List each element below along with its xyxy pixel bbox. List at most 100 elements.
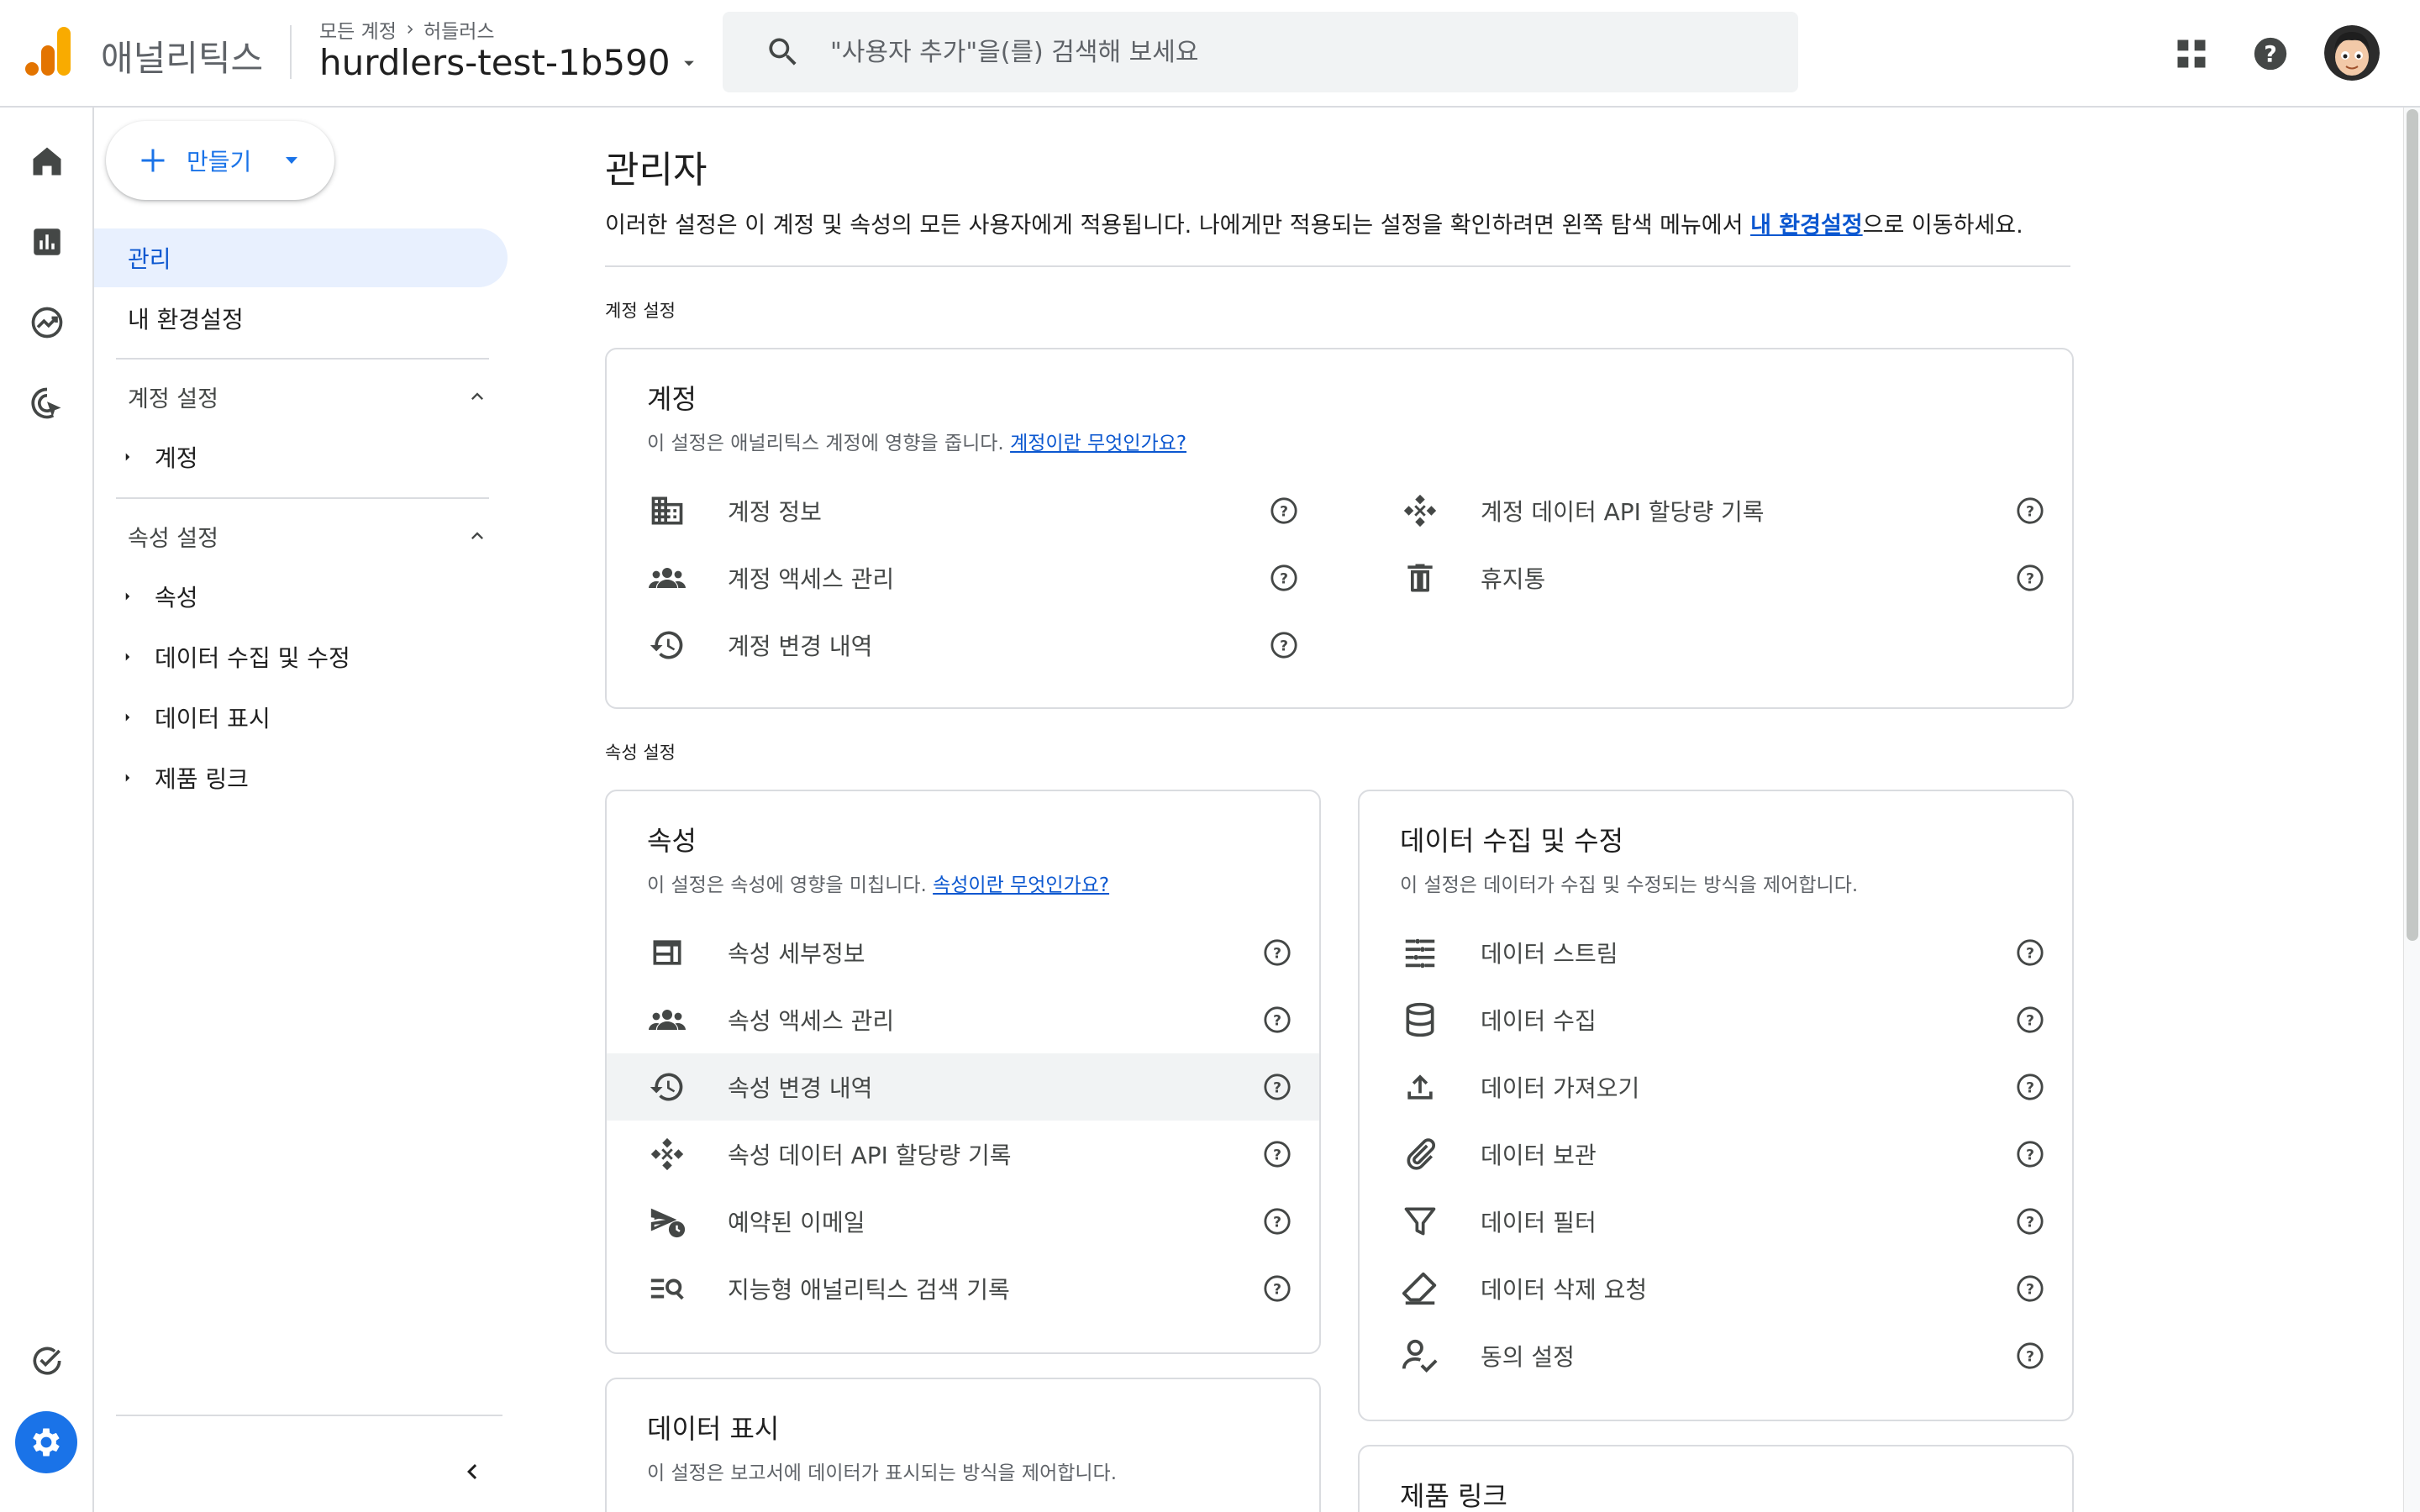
account-avatar[interactable] xyxy=(2324,25,2380,81)
property-name: hurdlers-test-1b590 xyxy=(319,42,671,83)
property-settings-header[interactable]: 속성 설정 xyxy=(128,512,489,559)
help-icon[interactable]: ? xyxy=(2015,1072,2045,1102)
breadcrumb[interactable]: 모든 계정 허들러스 xyxy=(319,15,495,44)
account-change-history-row[interactable]: 계정 변경 내역 ? xyxy=(607,612,1346,679)
help-icon[interactable]: ? xyxy=(1262,1139,1292,1169)
data-streams-row[interactable]: 데이터 스트림 ? xyxy=(1360,919,2072,986)
expand-triangle-icon xyxy=(125,453,130,461)
trash-row[interactable]: 휴지통 ? xyxy=(1360,544,2072,612)
card-description: 이 설정은 속성에 영향을 미칩니다. 속성이란 무엇인가요? xyxy=(647,869,1109,897)
svg-text:?: ? xyxy=(2026,1147,2034,1163)
account-settings-group-label: 계정 설정 xyxy=(605,301,676,321)
data-retention-row[interactable]: 데이터 보관 ? xyxy=(1360,1121,2072,1188)
description-text: 으로 이동하세요. xyxy=(1862,213,2023,239)
page-description: 이러한 설정은 이 계정 및 속성의 모든 사용자에게 적용됩니다. 나에게만 … xyxy=(605,207,2023,239)
help-icon[interactable]: ? xyxy=(2015,1341,2045,1371)
gear-icon xyxy=(33,1428,60,1457)
help-icon[interactable]: ? xyxy=(1269,563,1299,593)
row-label: 데이터 보관 xyxy=(1481,1142,1597,1169)
help-icon[interactable]: ? xyxy=(1269,496,1299,526)
create-button[interactable]: 만들기 xyxy=(106,121,334,200)
tree-item-label: 계정 xyxy=(155,444,198,472)
rail-advertising-button[interactable] xyxy=(24,380,71,427)
search-icon[interactable] xyxy=(765,34,802,71)
help-icon[interactable]: ? xyxy=(1262,1206,1292,1236)
dropdown-arrow-icon xyxy=(286,157,298,164)
tree-item-product-links[interactable]: 제품 링크 xyxy=(111,754,249,801)
sidebar-item-admin[interactable]: 관리 xyxy=(94,228,508,287)
card-title: 데이터 표시 xyxy=(647,1413,780,1445)
data-collection-row[interactable]: 데이터 수집 ? xyxy=(1360,986,2072,1053)
help-icon[interactable]: ? xyxy=(2015,563,2045,593)
top-app-bar: 애널리틱스 모든 계정 허들러스 hurdlers-test-1b590 ? xyxy=(0,0,2420,108)
breadcrumb-root[interactable]: 모든 계정 xyxy=(319,15,397,44)
property-details-row[interactable]: 속성 세부정보 ? xyxy=(607,919,1319,986)
scrollbar-thumb[interactable] xyxy=(2407,109,2418,941)
tree-item-data-collection[interactable]: 데이터 수집 및 수정 xyxy=(111,633,350,680)
help-icon[interactable]: ? xyxy=(1269,630,1299,660)
data-import-row[interactable]: 데이터 가져오기 ? xyxy=(1360,1053,2072,1121)
property-access-row[interactable]: 속성 액세스 관리 ? xyxy=(607,986,1319,1053)
rail-admin-button[interactable] xyxy=(15,1411,77,1473)
rail-setup-check-button[interactable] xyxy=(24,1337,71,1384)
account-card: 계정 이 설정은 애널리틱스 계정에 영향을 줍니다. 계정이란 무엇인가요? … xyxy=(605,348,2074,709)
row-label: 속성 데이터 API 할당량 기록 xyxy=(728,1142,1012,1169)
account-settings-header[interactable]: 계정 설정 xyxy=(128,373,489,420)
apps-button[interactable] xyxy=(2166,29,2217,79)
bar-chart-icon xyxy=(34,228,60,255)
property-settings-group-label: 속성 설정 xyxy=(605,743,676,763)
help-icon[interactable]: ? xyxy=(1262,1273,1292,1304)
tree-item-account[interactable]: 계정 xyxy=(111,433,198,480)
rail-explore-button[interactable] xyxy=(24,299,71,346)
property-selector[interactable]: hurdlers-test-1b590 xyxy=(319,42,701,83)
app-name: 애널리틱스 xyxy=(101,38,264,79)
account-info-row[interactable]: 계정 정보 ? xyxy=(607,477,1346,544)
svg-text:?: ? xyxy=(1280,638,1288,654)
property-data-api-quota-row[interactable]: 속성 데이터 API 할당량 기록 ? xyxy=(607,1121,1319,1188)
search-input[interactable] xyxy=(830,12,1754,92)
attachment-icon xyxy=(1407,1138,1435,1170)
description-text: 이러한 설정은 이 계정 및 속성의 모든 사용자에게 적용됩니다. 나에게만 … xyxy=(605,213,1751,239)
header-divider xyxy=(290,25,292,79)
analytics-logo-icon[interactable] xyxy=(24,25,72,77)
help-icon[interactable]: ? xyxy=(2015,1005,2045,1035)
check-circle-icon xyxy=(33,1347,61,1375)
consent-settings-row[interactable]: 동의 설정 ? xyxy=(1360,1322,2072,1389)
analytics-intelligence-search-history-row[interactable]: 지능형 애널리틱스 검색 기록 ? xyxy=(607,1255,1319,1322)
sidebar-item-my-settings[interactable]: 내 환경설정 xyxy=(94,289,244,348)
help-icon[interactable]: ? xyxy=(2015,496,2045,526)
help-icon[interactable]: ? xyxy=(1262,1072,1292,1102)
tree-item-label: 데이터 표시 xyxy=(155,705,271,732)
rail-home-button[interactable] xyxy=(24,138,71,185)
account-access-row[interactable]: 계정 액세스 관리 ? xyxy=(607,544,1346,612)
help-icon[interactable]: ? xyxy=(1262,1005,1292,1035)
help-icon[interactable]: ? xyxy=(2015,1206,2045,1236)
what-is-property-link[interactable]: 속성이란 무엇인가요? xyxy=(933,874,1109,896)
help-icon[interactable]: ? xyxy=(2015,1273,2045,1304)
help-icon[interactable]: ? xyxy=(2015,937,2045,968)
help-icon[interactable]: ? xyxy=(1262,937,1292,968)
svg-text:?: ? xyxy=(1273,1147,1281,1163)
breadcrumb-account[interactable]: 허들러스 xyxy=(424,15,495,44)
help-icon[interactable]: ? xyxy=(2015,1139,2045,1169)
help-button[interactable]: ? xyxy=(2245,29,2296,79)
scheduled-emails-row[interactable]: 예약된 이메일 ? xyxy=(607,1188,1319,1255)
property-change-history-row[interactable]: 속성 변경 내역 ? xyxy=(607,1053,1319,1121)
data-filters-row[interactable]: 데이터 필터 ? xyxy=(1360,1188,2072,1255)
rail-reports-button[interactable] xyxy=(24,218,71,265)
tree-item-property[interactable]: 속성 xyxy=(111,573,198,620)
collapse-sidebar-button[interactable] xyxy=(447,1446,497,1497)
row-label: 동의 설정 xyxy=(1481,1343,1575,1371)
tree-item-data-display[interactable]: 데이터 표시 xyxy=(111,694,271,741)
apps-grid-icon xyxy=(2177,39,2206,68)
my-settings-link[interactable]: 내 환경설정 xyxy=(1750,213,1863,239)
section-label: 속성 설정 xyxy=(128,525,218,552)
svg-text:?: ? xyxy=(2026,945,2034,962)
svg-text:?: ? xyxy=(2264,42,2277,68)
account-data-api-quota-row[interactable]: 계정 데이터 API 할당량 기록 ? xyxy=(1360,477,2072,544)
what-is-account-link[interactable]: 계정이란 무엇인가요? xyxy=(1010,433,1186,454)
data-deletion-requests-row[interactable]: 데이터 삭제 요청 ? xyxy=(1360,1255,2072,1322)
card-description: 이 설정은 애널리틱스 계정에 영향을 줍니다. 계정이란 무엇인가요? xyxy=(647,427,1186,455)
page-scrollbar[interactable] xyxy=(2403,108,2420,1512)
search-bar[interactable] xyxy=(723,12,1798,92)
